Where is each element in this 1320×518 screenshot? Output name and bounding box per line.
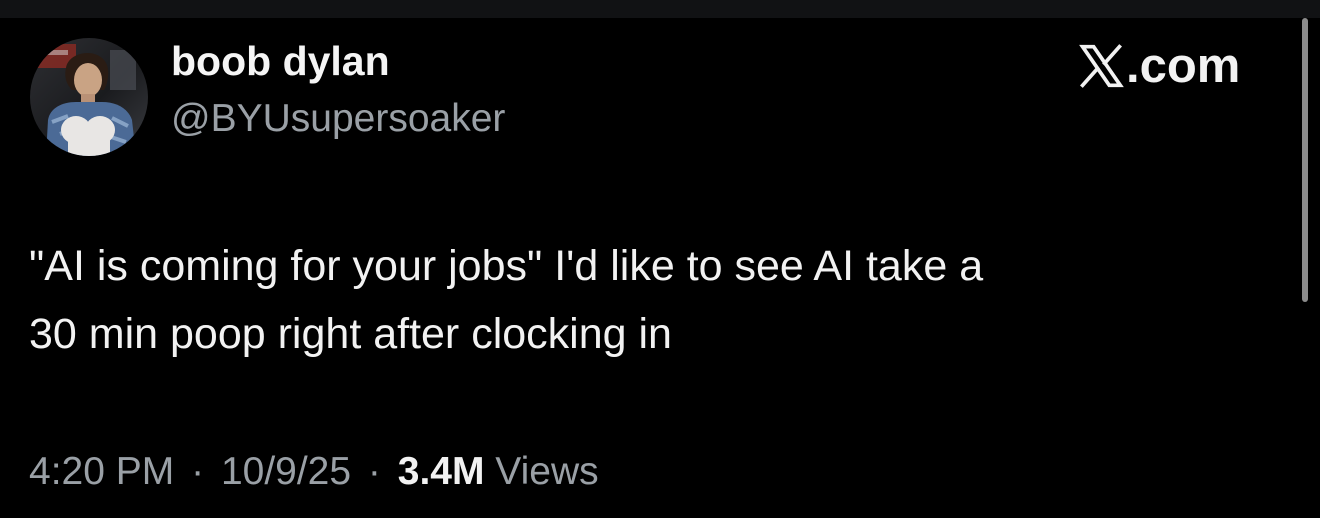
tweet-meta: 4:20 PM · 10/9/25 · 3.4M Views: [29, 450, 599, 494]
scrollbar[interactable]: [1302, 18, 1308, 302]
tweet-card: boob dylan @BYUsupersoaker .com "AI is c…: [0, 18, 1320, 518]
meta-separator: ·: [191, 450, 205, 493]
tweet-line: 30 min poop right after clocking in: [29, 310, 672, 358]
brand-watermark: .com: [1078, 36, 1240, 96]
avatar[interactable]: [30, 38, 148, 156]
user-handle[interactable]: @BYUsupersoaker: [171, 97, 505, 141]
views-count[interactable]: 3.4M: [398, 450, 485, 493]
display-name[interactable]: boob dylan: [171, 38, 390, 85]
meta-separator: ·: [367, 450, 381, 493]
views-label[interactable]: Views: [495, 450, 598, 493]
tweet-date[interactable]: 10/9/25: [221, 450, 351, 493]
brand-text: .com: [1126, 38, 1241, 93]
tweet-time[interactable]: 4:20 PM: [29, 450, 174, 493]
tweet-text: "AI is coming for your jobs" I'd like to…: [29, 232, 1269, 368]
top-strip: [0, 0, 1320, 18]
avatar-image: [30, 38, 148, 156]
tweet-line: "AI is coming for your jobs" I'd like to…: [29, 242, 984, 290]
x-logo-icon: [1079, 44, 1124, 88]
